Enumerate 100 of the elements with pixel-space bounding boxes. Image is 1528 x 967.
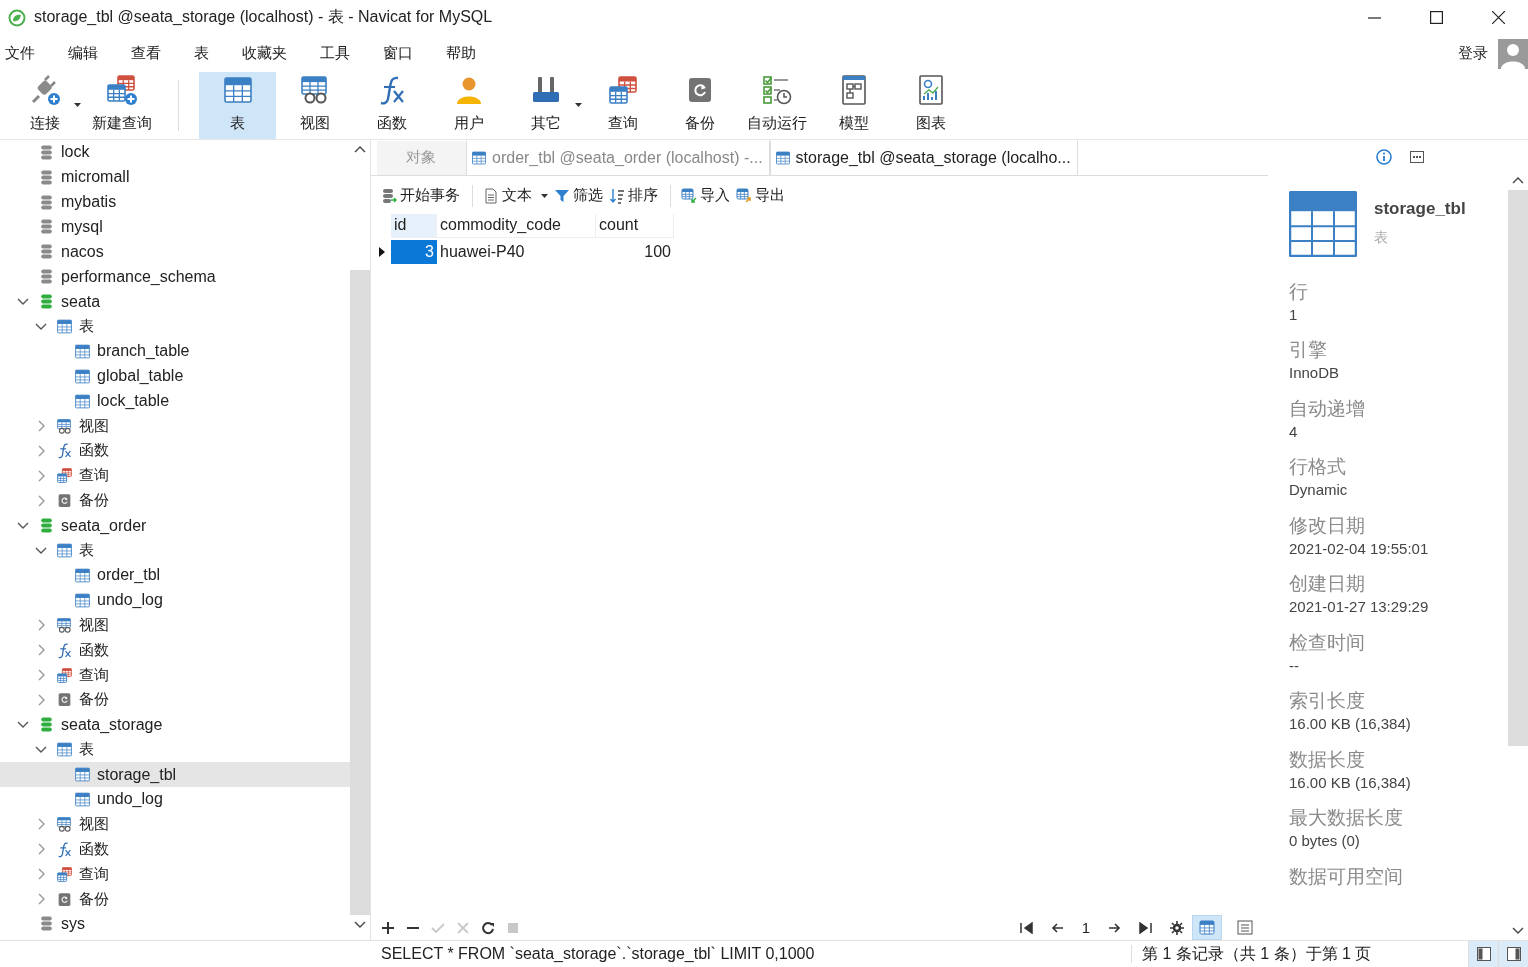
- menu-item[interactable]: 表: [189, 44, 216, 64]
- tree-item[interactable]: 备份: [0, 687, 350, 713]
- grid-view-button[interactable]: [1192, 915, 1222, 940]
- info-icon[interactable]: [1376, 149, 1392, 166]
- first-page-icon[interactable]: [1019, 921, 1033, 934]
- tree-item[interactable]: 表: [0, 314, 350, 339]
- toolbar-button[interactable]: 文本: [483, 186, 548, 206]
- chevron-down-icon[interactable]: [17, 522, 29, 530]
- table-cell[interactable]: 3: [391, 239, 437, 264]
- tree-item[interactable]: 表: [0, 737, 350, 763]
- toolbar-button[interactable]: 新建查询: [83, 71, 160, 139]
- tree-item[interactable]: 表: [0, 538, 350, 563]
- chevron-right-icon[interactable]: [37, 893, 45, 905]
- toolbar-button[interactable]: 查询: [584, 71, 661, 139]
- chevron-right-icon[interactable]: [37, 420, 45, 433]
- refresh-icon[interactable]: [481, 920, 495, 935]
- tree-item[interactable]: 查询: [0, 662, 350, 688]
- tree-item[interactable]: storage_tbl: [0, 762, 350, 787]
- chevron-right-icon[interactable]: [37, 644, 45, 657]
- tree-item[interactable]: seata_storage: [0, 712, 350, 738]
- chevron-right-icon[interactable]: [37, 469, 45, 482]
- left-pane-toggle[interactable]: [1468, 941, 1498, 967]
- chevron-down-icon[interactable]: [17, 298, 29, 306]
- column-header[interactable]: count: [596, 213, 674, 238]
- tree-item[interactable]: sys: [0, 911, 350, 937]
- tree-item[interactable]: 视图: [0, 811, 350, 837]
- tree-item[interactable]: 备份: [0, 488, 350, 514]
- toolbar-button[interactable]: 自动运行: [738, 71, 815, 139]
- chevron-right-icon[interactable]: [37, 693, 45, 706]
- tree-item[interactable]: branch_table: [0, 339, 350, 364]
- chevron-right-icon[interactable]: [37, 868, 45, 881]
- tree-item[interactable]: undo_log: [0, 587, 350, 613]
- tree-item[interactable]: order_tbl: [0, 563, 350, 588]
- ddl-icon[interactable]: [1410, 151, 1424, 164]
- maximize-icon[interactable]: [1430, 11, 1443, 25]
- tree-item[interactable]: micromall: [0, 164, 350, 190]
- chevron-down-icon[interactable]: [35, 547, 47, 555]
- menu-item[interactable]: 收藏夹: [237, 44, 294, 64]
- menu-item[interactable]: 窗口: [378, 44, 420, 64]
- chevron-down-icon[interactable]: [17, 721, 29, 729]
- settings-icon[interactable]: [1170, 920, 1184, 935]
- menu-item[interactable]: 帮助: [441, 44, 483, 64]
- previous-page-icon[interactable]: [1050, 921, 1064, 934]
- menu-item[interactable]: 编辑: [63, 44, 105, 64]
- chevron-down-icon[interactable]: [35, 323, 47, 331]
- toolbar-button[interactable]: 图表: [892, 71, 969, 139]
- toolbar-button[interactable]: 其它: [507, 71, 584, 139]
- tree-item[interactable]: 备份: [0, 886, 350, 912]
- menu-item[interactable]: 文件: [0, 44, 42, 64]
- tree-item[interactable]: 函数: [0, 637, 350, 663]
- scroll-down-icon[interactable]: [354, 920, 366, 928]
- tree-item[interactable]: 视图: [0, 413, 350, 439]
- toolbar-button[interactable]: 表: [199, 71, 276, 139]
- toolbar-button[interactable]: 开始事务: [381, 186, 460, 206]
- tree-item[interactable]: mysql: [0, 214, 350, 240]
- toolbar-button[interactable]: 导入: [681, 186, 730, 206]
- table-cell[interactable]: 100: [596, 239, 674, 264]
- tree-item[interactable]: nacos: [0, 239, 350, 265]
- toolbar-button[interactable]: 排序: [609, 186, 658, 206]
- tree-item[interactable]: lock_table: [0, 388, 350, 414]
- toolbar-button[interactable]: 筛选: [554, 186, 603, 206]
- tab[interactable]: order_tbl @seata_order (localhost) -...: [467, 139, 770, 175]
- chevron-right-icon[interactable]: [37, 494, 45, 507]
- table-cell[interactable]: huawei-P40: [437, 239, 596, 264]
- chevron-right-icon[interactable]: [37, 669, 45, 681]
- column-header[interactable]: id: [391, 213, 437, 238]
- toolbar-button[interactable]: 用户: [430, 71, 507, 139]
- tree-item[interactable]: 视图: [0, 612, 350, 638]
- right-pane-toggle[interactable]: [1498, 941, 1528, 967]
- login-link[interactable]: 登录: [1458, 44, 1488, 64]
- scroll-up-icon[interactable]: [1512, 176, 1524, 184]
- tab[interactable]: storage_tbl @seata_storage (localho...: [769, 139, 1078, 175]
- chevron-down-icon[interactable]: [35, 746, 47, 754]
- last-page-icon[interactable]: [1139, 921, 1152, 934]
- avatar-icon[interactable]: [1498, 38, 1528, 69]
- chevron-right-icon[interactable]: [37, 818, 45, 831]
- column-header[interactable]: commodity_code: [437, 213, 596, 238]
- toolbar-button[interactable]: 函数: [353, 71, 430, 139]
- tree-item[interactable]: global_table: [0, 363, 350, 389]
- toolbar-button[interactable]: 导出: [736, 186, 785, 206]
- tree-item[interactable]: seata_order: [0, 513, 350, 539]
- scrollbar-thumb[interactable]: [1508, 189, 1528, 746]
- tree-item[interactable]: 函数: [0, 438, 350, 464]
- chevron-right-icon[interactable]: [37, 619, 45, 632]
- close-icon[interactable]: [1492, 11, 1505, 25]
- toolbar-button[interactable]: 视图: [276, 71, 353, 139]
- scrollbar-thumb[interactable]: [350, 269, 370, 915]
- menu-item[interactable]: 工具: [315, 44, 357, 64]
- tree-item[interactable]: mybatis: [0, 189, 350, 215]
- tree-item[interactable]: undo_log: [0, 787, 350, 812]
- add-icon[interactable]: [381, 920, 395, 935]
- next-page-icon[interactable]: [1108, 921, 1121, 934]
- tree-item[interactable]: 函数: [0, 836, 350, 862]
- tree-item[interactable]: seata: [0, 289, 350, 315]
- toolbar-button[interactable]: 模型: [815, 71, 892, 139]
- chevron-right-icon[interactable]: [37, 843, 45, 856]
- tree-item[interactable]: 查询: [0, 463, 350, 489]
- tree-item[interactable]: performance_schema: [0, 264, 350, 290]
- toolbar-button[interactable]: 连接: [6, 71, 83, 139]
- scroll-up-icon[interactable]: [354, 145, 366, 153]
